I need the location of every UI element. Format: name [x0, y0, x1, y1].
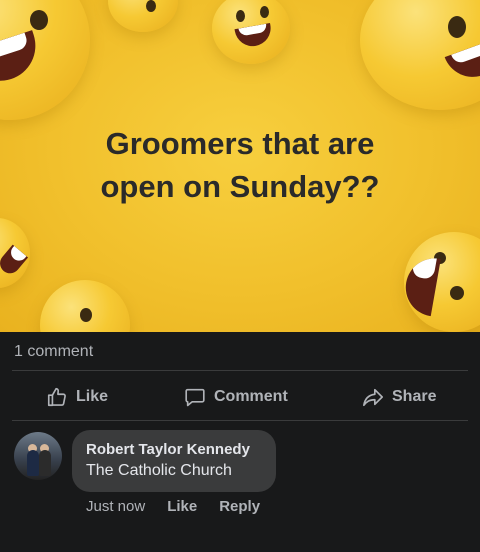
divider	[12, 370, 468, 371]
post-text-line: Groomers that are	[105, 126, 375, 161]
comment-meta: Just now Like Reply	[86, 498, 282, 515]
laughing-emoji-decoration	[0, 0, 90, 120]
share-label: Share	[392, 388, 437, 405]
thumbs-up-icon	[47, 387, 66, 407]
comment-text: The Catholic Church	[86, 462, 232, 479]
grinning-emoji-decoration	[212, 0, 290, 64]
comment-author[interactable]: Robert Taylor Kennedy	[86, 440, 262, 460]
action-bar: Like Comment Share	[0, 382, 480, 412]
laughing-emoji-decoration	[401, 232, 480, 332]
share-button[interactable]: Share	[362, 382, 436, 412]
post-footer: 1 comment Like Comment Share Robert Tayl…	[0, 332, 480, 552]
comment-reply-link[interactable]: Reply	[219, 498, 260, 515]
like-button[interactable]: Like	[46, 382, 108, 412]
comment-time[interactable]: Just now	[86, 498, 145, 515]
avatar[interactable]	[14, 432, 62, 480]
smiling-emoji-decoration	[108, 0, 178, 32]
comment-label: Comment	[214, 388, 288, 405]
smiling-emoji-decoration	[40, 280, 130, 332]
speech-bubble-icon	[185, 388, 205, 407]
share-arrow-icon	[363, 388, 383, 407]
comment-like-link[interactable]: Like	[167, 498, 197, 515]
comment-count[interactable]: 1 comment	[14, 343, 93, 361]
comment-button[interactable]: Comment	[184, 382, 288, 412]
post-text-line: open on Sunday??	[100, 169, 380, 204]
comment-bubble: Robert Taylor Kennedy The Catholic Churc…	[72, 430, 276, 492]
divider	[12, 420, 468, 421]
post-text: Groomers that are open on Sunday??	[0, 122, 480, 208]
laughing-emoji-decoration	[360, 0, 480, 110]
like-label: Like	[76, 388, 109, 405]
smiling-emoji-decoration	[0, 218, 30, 288]
post-image: Groomers that are open on Sunday??	[0, 0, 480, 332]
